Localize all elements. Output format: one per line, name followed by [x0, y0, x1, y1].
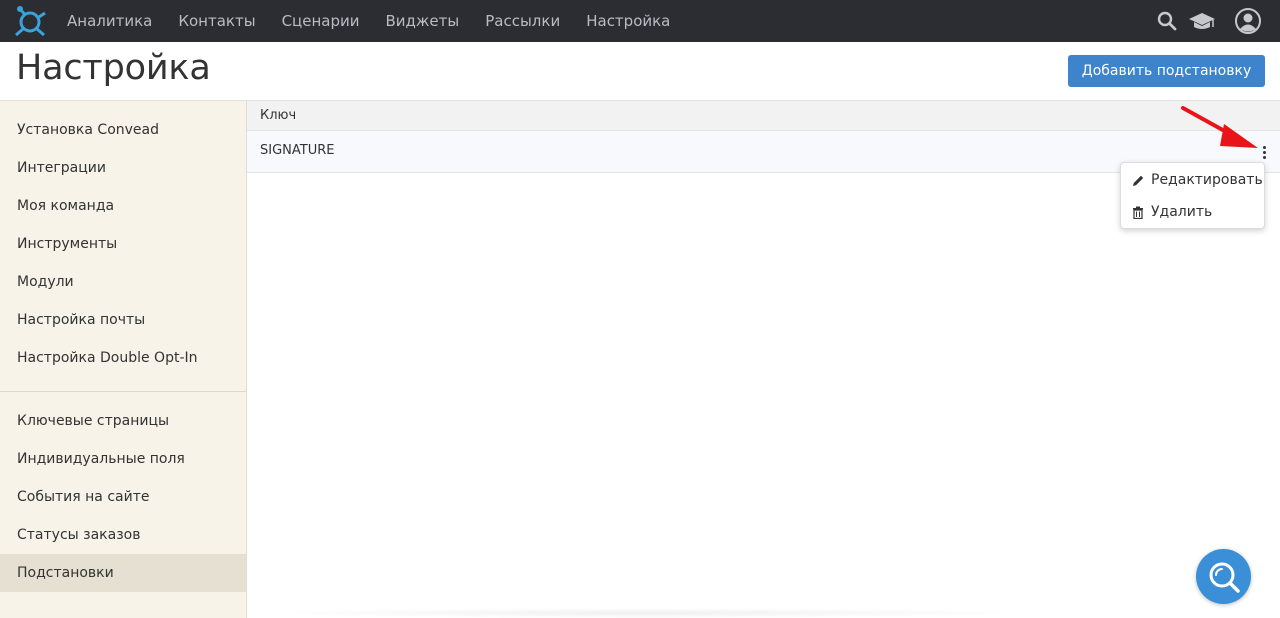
row-actions-menu: Редактировать Удалить [1120, 162, 1265, 229]
pencil-icon [1131, 173, 1145, 187]
sidebar-item-site-events[interactable]: События на сайте [0, 478, 246, 516]
nav-item-mailings[interactable]: Рассылки [485, 12, 560, 30]
convead-logo-icon[interactable] [13, 4, 47, 38]
trash-icon [1131, 205, 1145, 219]
row-key-cell: SIGNATURE [260, 143, 335, 158]
add-substitution-button[interactable]: Добавить подстановку [1068, 55, 1265, 87]
column-header-key[interactable]: Ключ [260, 108, 296, 123]
nav-item-scenarios[interactable]: Сценарии [282, 12, 360, 30]
kebab-menu-icon[interactable] [1259, 143, 1269, 161]
page-title: Настройка [16, 48, 211, 88]
nav-item-contacts[interactable]: Контакты [178, 12, 255, 30]
user-avatar-icon[interactable] [1234, 0, 1262, 42]
sidebar-item-key-pages[interactable]: Ключевые страницы [0, 402, 246, 440]
menu-item-edit-label: Редактировать [1151, 172, 1263, 188]
sidebar-item-my-team[interactable]: Моя команда [0, 187, 246, 225]
sidebar-item-substitutions[interactable]: Подстановки [0, 554, 246, 592]
sidebar-item-order-statuses[interactable]: Статусы заказов [0, 516, 246, 554]
graduation-cap-icon[interactable] [1187, 0, 1217, 42]
sidebar-item-convead-install[interactable]: Установка Convead [0, 111, 246, 149]
nav-item-settings[interactable]: Настройка [586, 12, 670, 30]
content-bottom-shadow [260, 608, 1030, 618]
sidebar-item-custom-fields[interactable]: Индивидуальные поля [0, 440, 246, 478]
table-header: Ключ [247, 100, 1280, 131]
menu-item-delete[interactable]: Удалить [1121, 198, 1264, 226]
menu-item-edit[interactable]: Редактировать [1121, 166, 1264, 194]
settings-sidebar: Установка Convead Интеграции Моя команда… [0, 100, 247, 618]
nav-item-widgets[interactable]: Виджеты [386, 12, 460, 30]
top-navbar: Аналитика Контакты Сценарии Виджеты Расс… [0, 0, 1280, 42]
red-arrow-icon [1181, 106, 1258, 148]
search-icon[interactable] [1155, 0, 1179, 42]
main-nav: Аналитика Контакты Сценарии Виджеты Расс… [67, 0, 696, 42]
sidebar-item-integrations[interactable]: Интеграции [0, 149, 246, 187]
sidebar-divider [0, 391, 246, 392]
search-help-icon [1209, 562, 1240, 593]
sidebar-item-modules[interactable]: Модули [0, 263, 246, 301]
sidebar-item-mail-settings[interactable]: Настройка почты [0, 301, 246, 339]
help-search-button[interactable] [1196, 549, 1251, 604]
nav-item-analytics[interactable]: Аналитика [67, 12, 152, 30]
menu-item-delete-label: Удалить [1151, 204, 1213, 220]
sidebar-item-double-opt-in[interactable]: Настройка Double Opt-In [0, 339, 246, 377]
sidebar-item-tools[interactable]: Инструменты [0, 225, 246, 263]
